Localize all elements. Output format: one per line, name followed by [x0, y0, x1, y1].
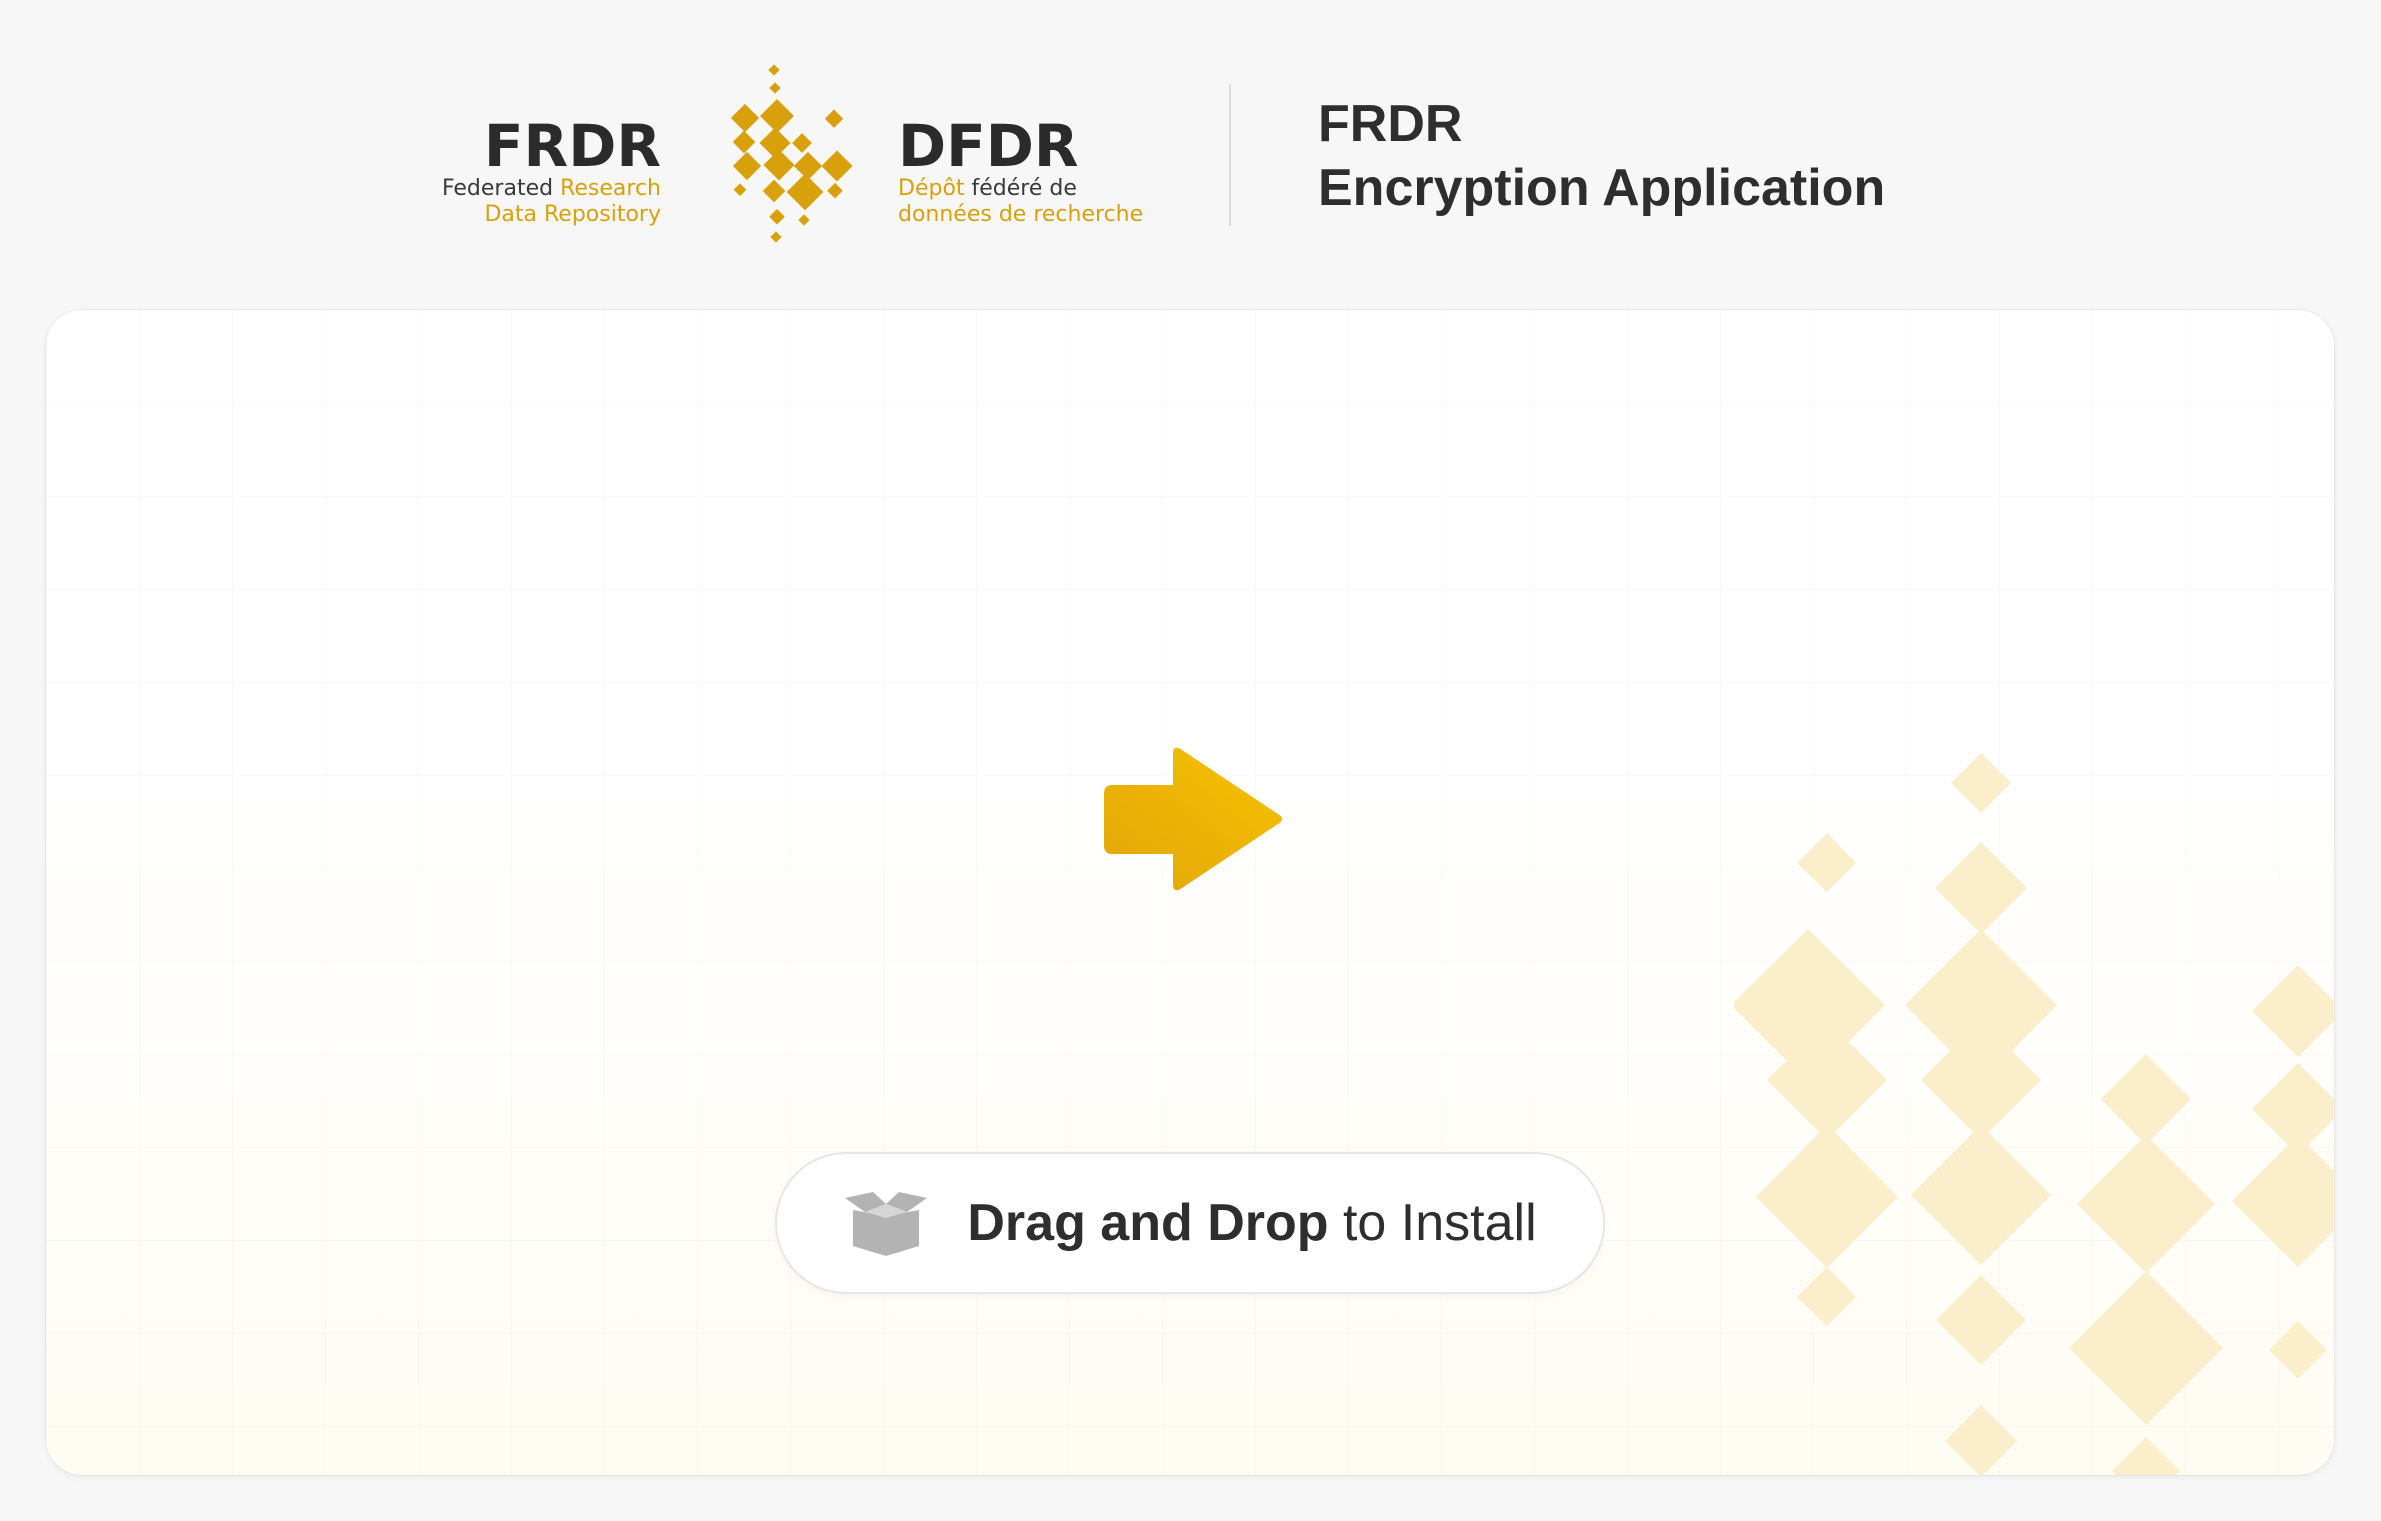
brand-fr-tagline-plain: fédéré de — [964, 176, 1077, 201]
brand-fr-tagline-accent: Dépôt — [898, 176, 965, 201]
brand-en-tagline-line2: Data Repository — [484, 202, 661, 227]
install-drop-panel[interactable]: Drag and Drop to Install — [46, 310, 2334, 1475]
brand-en-tagline-line1: Federated Research — [442, 176, 661, 202]
drag-and-drop-install-button[interactable]: Drag and Drop to Install — [777, 1154, 1603, 1292]
app-title: FRDR Encryption Application — [1318, 92, 1885, 220]
brand-en-tagline-plain: Federated — [441, 176, 561, 201]
brand-fr-acronym: DFDR — [898, 112, 1079, 180]
install-instruction-plain: to Install — [1328, 1194, 1537, 1252]
install-instruction-text: Drag and Drop to Install — [967, 1193, 1536, 1253]
header-divider — [1229, 84, 1231, 226]
brand-french: DFDR Dépôt fédéré de données de recherch… — [898, 116, 1143, 228]
brand-en-acronym: FRDR — [483, 112, 661, 180]
app-title-line2: Encryption Application — [1318, 159, 1886, 217]
frdr-logo: FRDR Federated Research Data Repository — [442, 60, 1190, 250]
decorative-diamond-pattern-icon — [1734, 753, 2334, 1475]
brand-english: FRDR Federated Research Data Repository — [442, 116, 661, 228]
arrow-right-icon — [1104, 747, 1282, 891]
open-box-icon — [845, 1192, 928, 1256]
brand-fr-tagline-line2: données de recherche — [898, 202, 1144, 227]
brand-fr-tagline-line1: Dépôt fédéré de — [898, 176, 1143, 202]
header: FRDR Federated Research Data Repository — [0, 0, 2381, 300]
install-instruction-strong: Drag and Drop — [967, 1194, 1329, 1252]
app-title-line1: FRDR — [1318, 95, 1463, 153]
brand-en-tagline-accent: Research — [560, 176, 661, 201]
diamond-pattern-logo-icon — [730, 64, 853, 243]
